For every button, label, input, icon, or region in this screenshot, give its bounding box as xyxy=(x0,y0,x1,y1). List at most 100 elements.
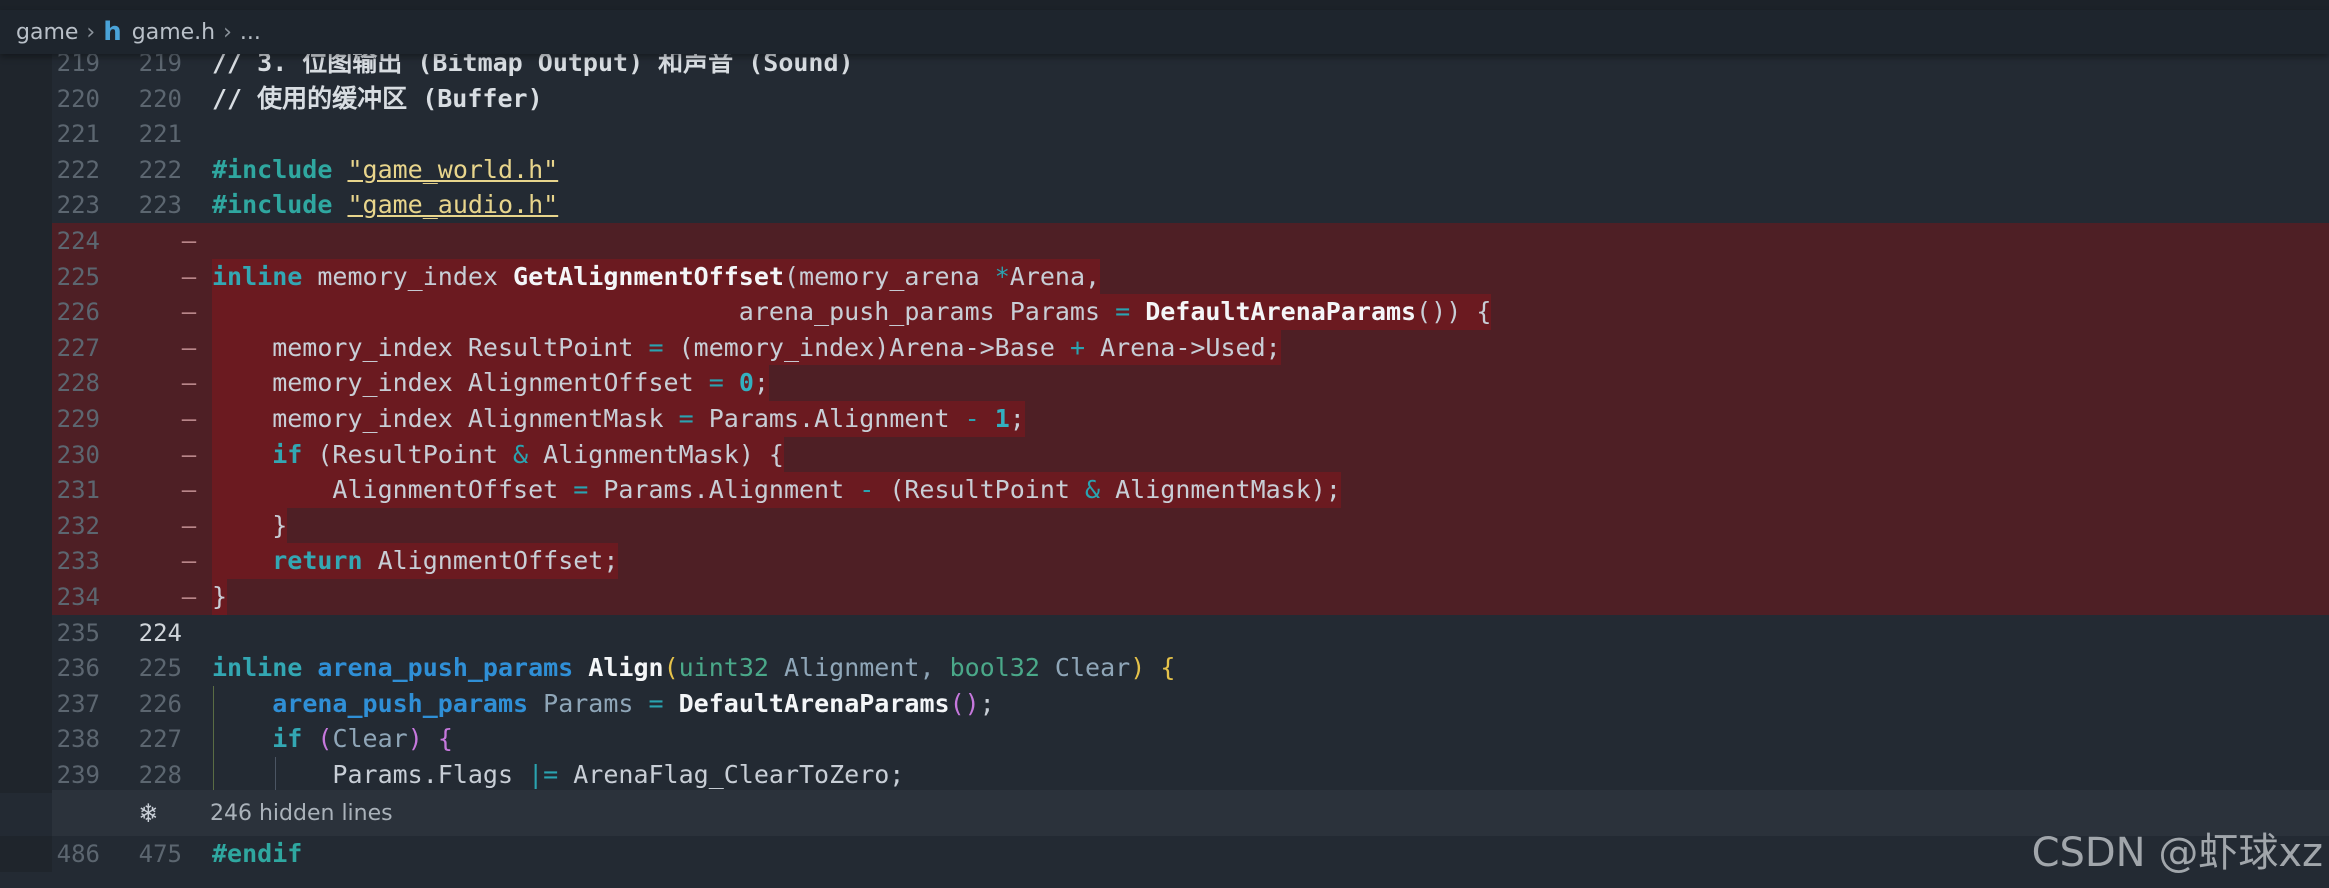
code-line[interactable]: 223 223 #include "game_audio.h" xyxy=(0,187,2329,223)
gutter-margin xyxy=(0,836,52,872)
code-text[interactable]: memory_index AlignmentOffset = 0; xyxy=(212,365,769,401)
code-token: "game_audio.h" xyxy=(347,190,559,219)
code-token: (ResultPoint xyxy=(889,475,1085,504)
breadcrumb: game › h game.h › ... xyxy=(0,10,2329,54)
deleted-code-line[interactable]: 228 — memory_index AlignmentOffset = 0; xyxy=(0,365,2329,401)
new-line-number: 226 xyxy=(138,690,182,718)
code-text[interactable]: return AlignmentOffset; xyxy=(212,543,619,579)
code-token: = xyxy=(678,404,709,433)
code-line[interactable]: 220 220 // 使用的缓冲区 (Buffer) xyxy=(0,81,2329,117)
code-token: ) xyxy=(407,724,423,753)
gutter-margin xyxy=(0,472,52,508)
breadcrumb-folder[interactable]: game xyxy=(16,20,78,45)
code-token: Arena->Used; xyxy=(1100,333,1281,362)
code-text[interactable]: inline arena_push_params Align(uint32 Al… xyxy=(212,650,1175,686)
hidden-lines-label[interactable]: 246 hidden lines xyxy=(210,801,393,826)
code-token: memory_index AlignmentOffset xyxy=(212,368,709,397)
code-text[interactable]: } xyxy=(212,508,288,544)
code-line[interactable]: 221 221 xyxy=(0,116,2329,152)
indent-guide xyxy=(275,757,276,793)
code-token: arena_push_params Params xyxy=(212,297,1116,326)
old-line-number: 230 xyxy=(56,441,100,469)
code-token: Params.Alignment xyxy=(603,475,860,504)
gutter-margin xyxy=(0,152,52,188)
code-text[interactable]: if (ResultPoint & AlignmentMask) { xyxy=(212,437,784,473)
code-line[interactable]: 486 475 #endif xyxy=(0,836,2329,872)
deleted-line-marker: — xyxy=(181,476,197,504)
code-line[interactable]: 236 225 inline arena_push_params Align(uin… xyxy=(0,650,2329,686)
code-line[interactable]: 222 222 #include "game_world.h" xyxy=(0,152,2329,188)
code-text[interactable]: arena_push_params Params = DefaultArenaP… xyxy=(212,686,995,722)
code-token: = xyxy=(648,689,679,718)
breadcrumb-file[interactable]: game.h xyxy=(132,20,215,45)
deleted-code-line[interactable]: 231 — AlignmentOffset = Params.Alignment … xyxy=(0,472,2329,508)
code-text[interactable]: #include "game_audio.h" xyxy=(212,187,558,223)
code-token: memory_index AlignmentMask xyxy=(212,404,679,433)
code-line[interactable]: 238 227 if (Clear) { xyxy=(0,721,2329,757)
old-line-number: 232 xyxy=(56,512,100,540)
code-text[interactable]: arena_push_params Params = DefaultArenaP… xyxy=(212,294,1492,330)
code-token: Params.Alignment xyxy=(708,404,965,433)
code-text[interactable]: inline memory_index GetAlignmentOffset(m… xyxy=(212,259,1101,295)
code-token: = xyxy=(648,333,679,362)
code-text[interactable]: } xyxy=(212,579,228,615)
code-text[interactable]: if (Clear) { xyxy=(212,721,453,757)
deleted-code-line[interactable]: 234 —} xyxy=(0,579,2329,615)
old-line-number: 486 xyxy=(56,840,100,868)
old-line-number: 235 xyxy=(56,619,100,647)
deleted-code-line[interactable]: 226 — arena_push_params Params = DefaultA… xyxy=(0,294,2329,330)
code-token: { xyxy=(1160,653,1176,682)
deleted-code-line[interactable]: 232 — } xyxy=(0,508,2329,544)
code-text[interactable]: Params.Flags |= ArenaFlag_ClearToZero; xyxy=(212,757,904,793)
deleted-code-line[interactable]: 225 — inline memory_index GetAlignmentOffs… xyxy=(0,259,2329,295)
code-token: Align xyxy=(588,653,664,682)
deleted-line-marker: — xyxy=(181,298,197,326)
gutter-margin xyxy=(0,116,52,152)
gutter-margin xyxy=(0,686,52,722)
code-token: "game_world.h" xyxy=(347,155,559,184)
code-token: AlignmentMask) { xyxy=(543,440,784,469)
gutter-margin xyxy=(0,294,52,330)
gutter-margin xyxy=(0,757,52,793)
new-line-number: 228 xyxy=(138,761,182,789)
code-text[interactable]: memory_index AlignmentMask = Params.Alig… xyxy=(212,401,1025,437)
code-text[interactable]: AlignmentOffset = Params.Alignment - (Re… xyxy=(212,472,1341,508)
deleted-code-line[interactable]: 233 — return AlignmentOffset; xyxy=(0,543,2329,579)
code-text[interactable]: #endif xyxy=(212,836,302,872)
gutter-margin xyxy=(0,543,52,579)
hidden-lines-bar[interactable]: ❄ 246 hidden lines xyxy=(52,790,2329,836)
old-line-number: 236 xyxy=(56,654,100,682)
new-line-number: 222 xyxy=(138,156,182,184)
code-line[interactable]: 239 228 Params.Flags |= ArenaFlag_ClearTo… xyxy=(0,757,2329,793)
code-text[interactable]: memory_index ResultPoint = (memory_index… xyxy=(212,330,1281,366)
old-line-number: 221 xyxy=(56,120,100,148)
code-token: Arena, xyxy=(1009,262,1101,291)
code-token: memory_index xyxy=(317,262,514,291)
deleted-code-line[interactable]: 227 — memory_index ResultPoint = (memory_… xyxy=(0,330,2329,366)
code-token: AlignmentMask); xyxy=(1115,475,1341,504)
code-line[interactable]: 235 224 xyxy=(0,615,2329,651)
deleted-code-line[interactable]: 229 — memory_index AlignmentMask = Params… xyxy=(0,401,2329,437)
code-line[interactable]: 237 226 arena_push_params Params = Defaul… xyxy=(0,686,2329,722)
unfold-icon[interactable]: ❄ xyxy=(140,796,157,830)
old-line-number: 227 xyxy=(56,334,100,362)
gutter-margin xyxy=(0,401,52,437)
code-token: () xyxy=(949,689,980,718)
chevron-right-icon: › xyxy=(86,19,96,45)
code-token: (memory_arena xyxy=(783,262,995,291)
deleted-code-line[interactable]: 224 — xyxy=(0,223,2329,259)
code-text[interactable]: // 使用的缓冲区 (Buffer) xyxy=(212,81,543,117)
gutter-margin xyxy=(0,259,52,295)
code-token: #include xyxy=(212,155,348,184)
old-line-number: 238 xyxy=(56,725,100,753)
breadcrumb-symbols[interactable]: ... xyxy=(240,20,261,45)
code-text[interactable]: #include "game_world.h" xyxy=(212,152,558,188)
deleted-line-marker: — xyxy=(181,547,197,575)
deleted-code-line[interactable]: 230 — if (ResultPoint & AlignmentMask) { xyxy=(0,437,2329,473)
code-token: arena_push_params xyxy=(317,653,589,682)
old-line-number: 237 xyxy=(56,690,100,718)
code-token: if xyxy=(272,724,318,753)
code-token: if xyxy=(272,440,318,469)
